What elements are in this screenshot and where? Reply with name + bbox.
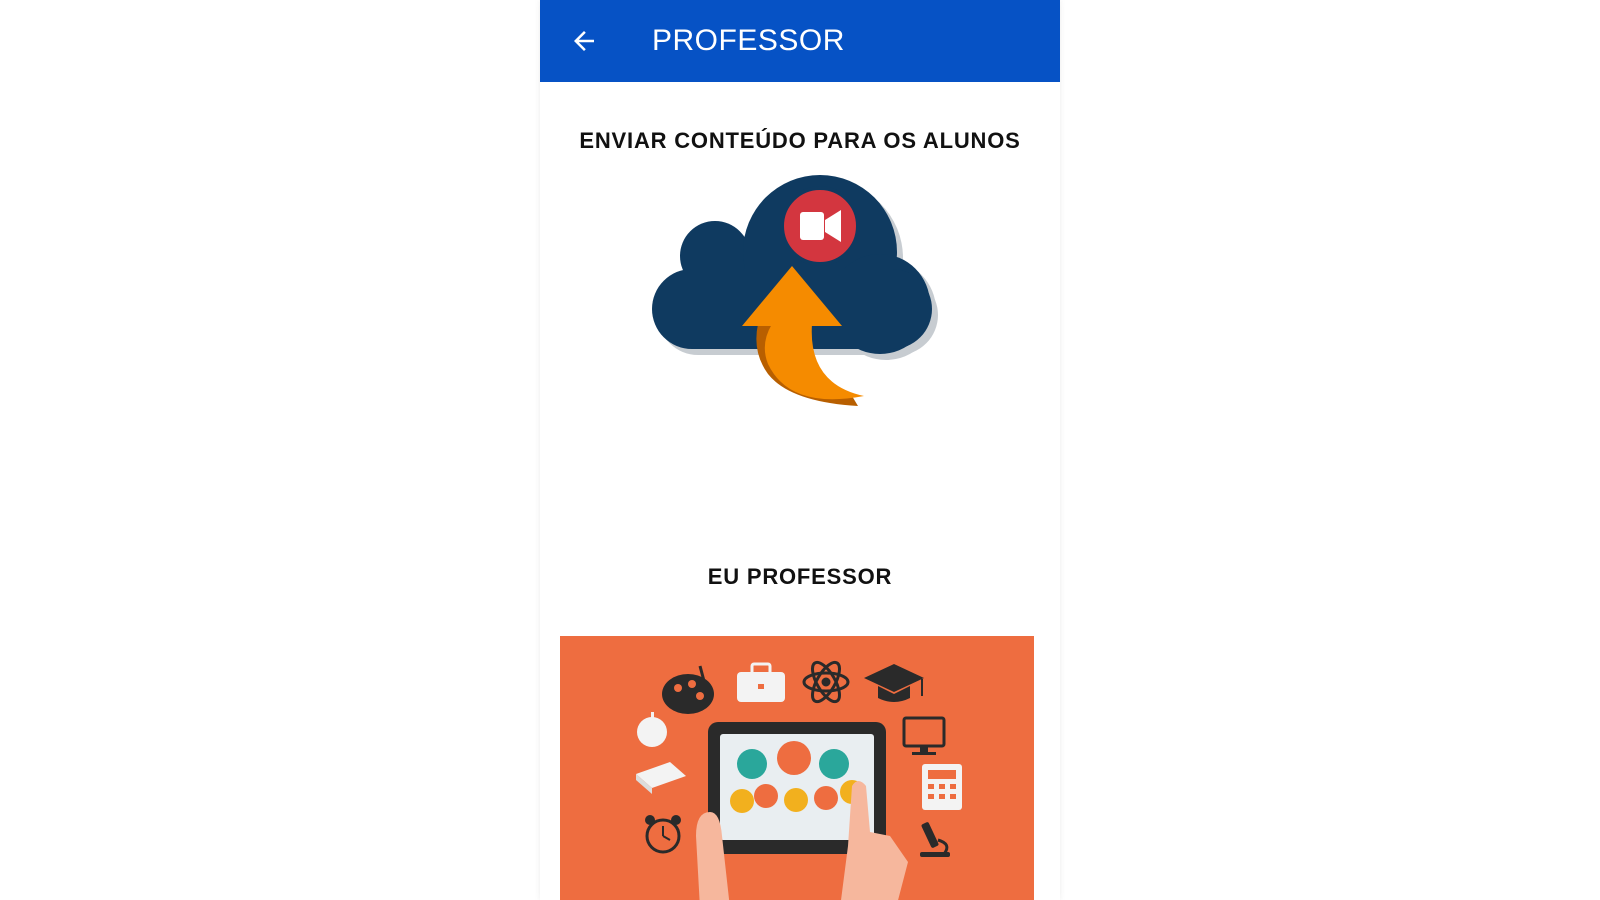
calculator-icon bbox=[922, 764, 962, 810]
back-button[interactable] bbox=[564, 21, 604, 61]
phone-screen: PROFESSOR ENVIAR CONTEÚDO PARA OS ALUNOS bbox=[540, 0, 1060, 900]
send-content-title: ENVIAR CONTEÚDO PARA OS ALUNOS bbox=[579, 128, 1021, 153]
cloud-upload-video-icon bbox=[652, 175, 938, 406]
eu-professor-button[interactable] bbox=[560, 636, 1034, 900]
arrow-back-icon bbox=[574, 31, 594, 51]
app-bar: PROFESSOR bbox=[540, 0, 1060, 82]
send-content-button[interactable] bbox=[540, 174, 1060, 444]
eu-professor-title: EU PROFESSOR bbox=[707, 564, 893, 589]
page-title: PROFESSOR bbox=[652, 24, 845, 57]
teacher-tablet-illustration bbox=[560, 636, 1034, 900]
